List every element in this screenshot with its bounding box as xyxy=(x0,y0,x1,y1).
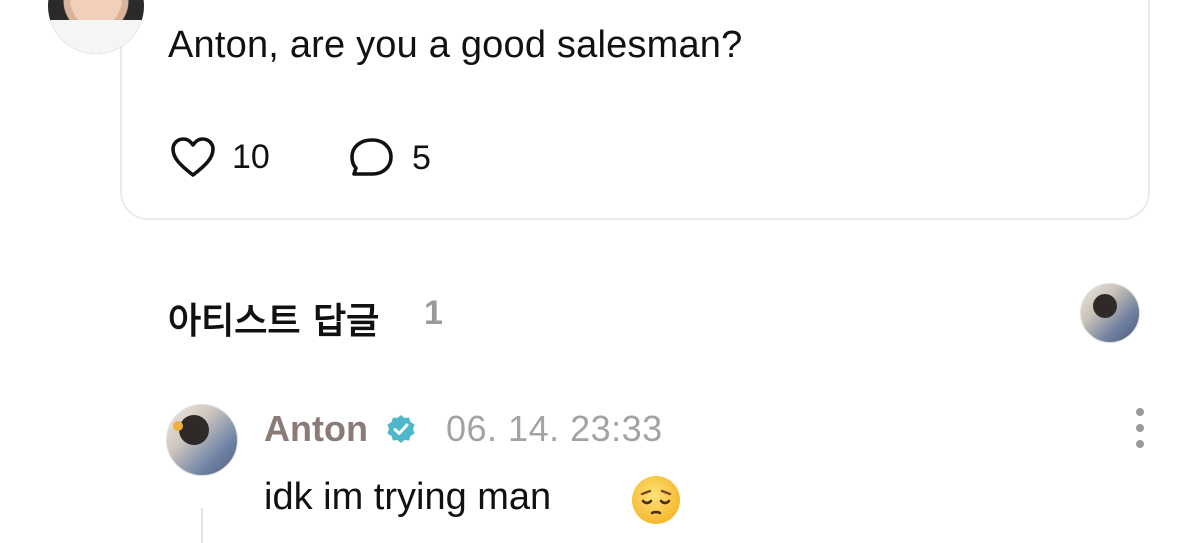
heart-icon xyxy=(171,137,215,177)
artist-replies-title: 아티스트 답글 xyxy=(168,301,380,342)
comment-author-avatar[interactable] xyxy=(166,404,238,476)
avatar-head xyxy=(1093,294,1117,318)
comment-count: 5 xyxy=(412,138,431,177)
verified-badge-icon xyxy=(387,415,415,443)
reply-thread-line xyxy=(201,508,203,543)
artist-avatar[interactable] xyxy=(1080,283,1140,343)
page: Anton, are you a good salesman? 10 5 아티스… xyxy=(0,0,1200,543)
avatar-head xyxy=(179,415,209,445)
like-count: 10 xyxy=(232,137,270,176)
avatar-flower xyxy=(173,421,183,431)
comment-author-name[interactable]: Anton xyxy=(264,408,368,450)
like-button[interactable]: 10 xyxy=(170,136,270,178)
comment-timestamp: 06. 14. 23:33 xyxy=(446,408,663,449)
artist-replies-count: 1 xyxy=(424,294,443,332)
pensive-face-icon xyxy=(632,476,680,524)
more-options-icon[interactable] xyxy=(1128,406,1152,452)
comment-button[interactable]: 5 xyxy=(348,136,431,180)
comment-text: idk im trying man xyxy=(264,476,552,518)
avatar-collar xyxy=(48,20,144,54)
speech-bubble-icon xyxy=(350,138,393,176)
post-text: Anton, are you a good salesman? xyxy=(168,24,743,66)
post-author-avatar[interactable] xyxy=(48,0,144,54)
